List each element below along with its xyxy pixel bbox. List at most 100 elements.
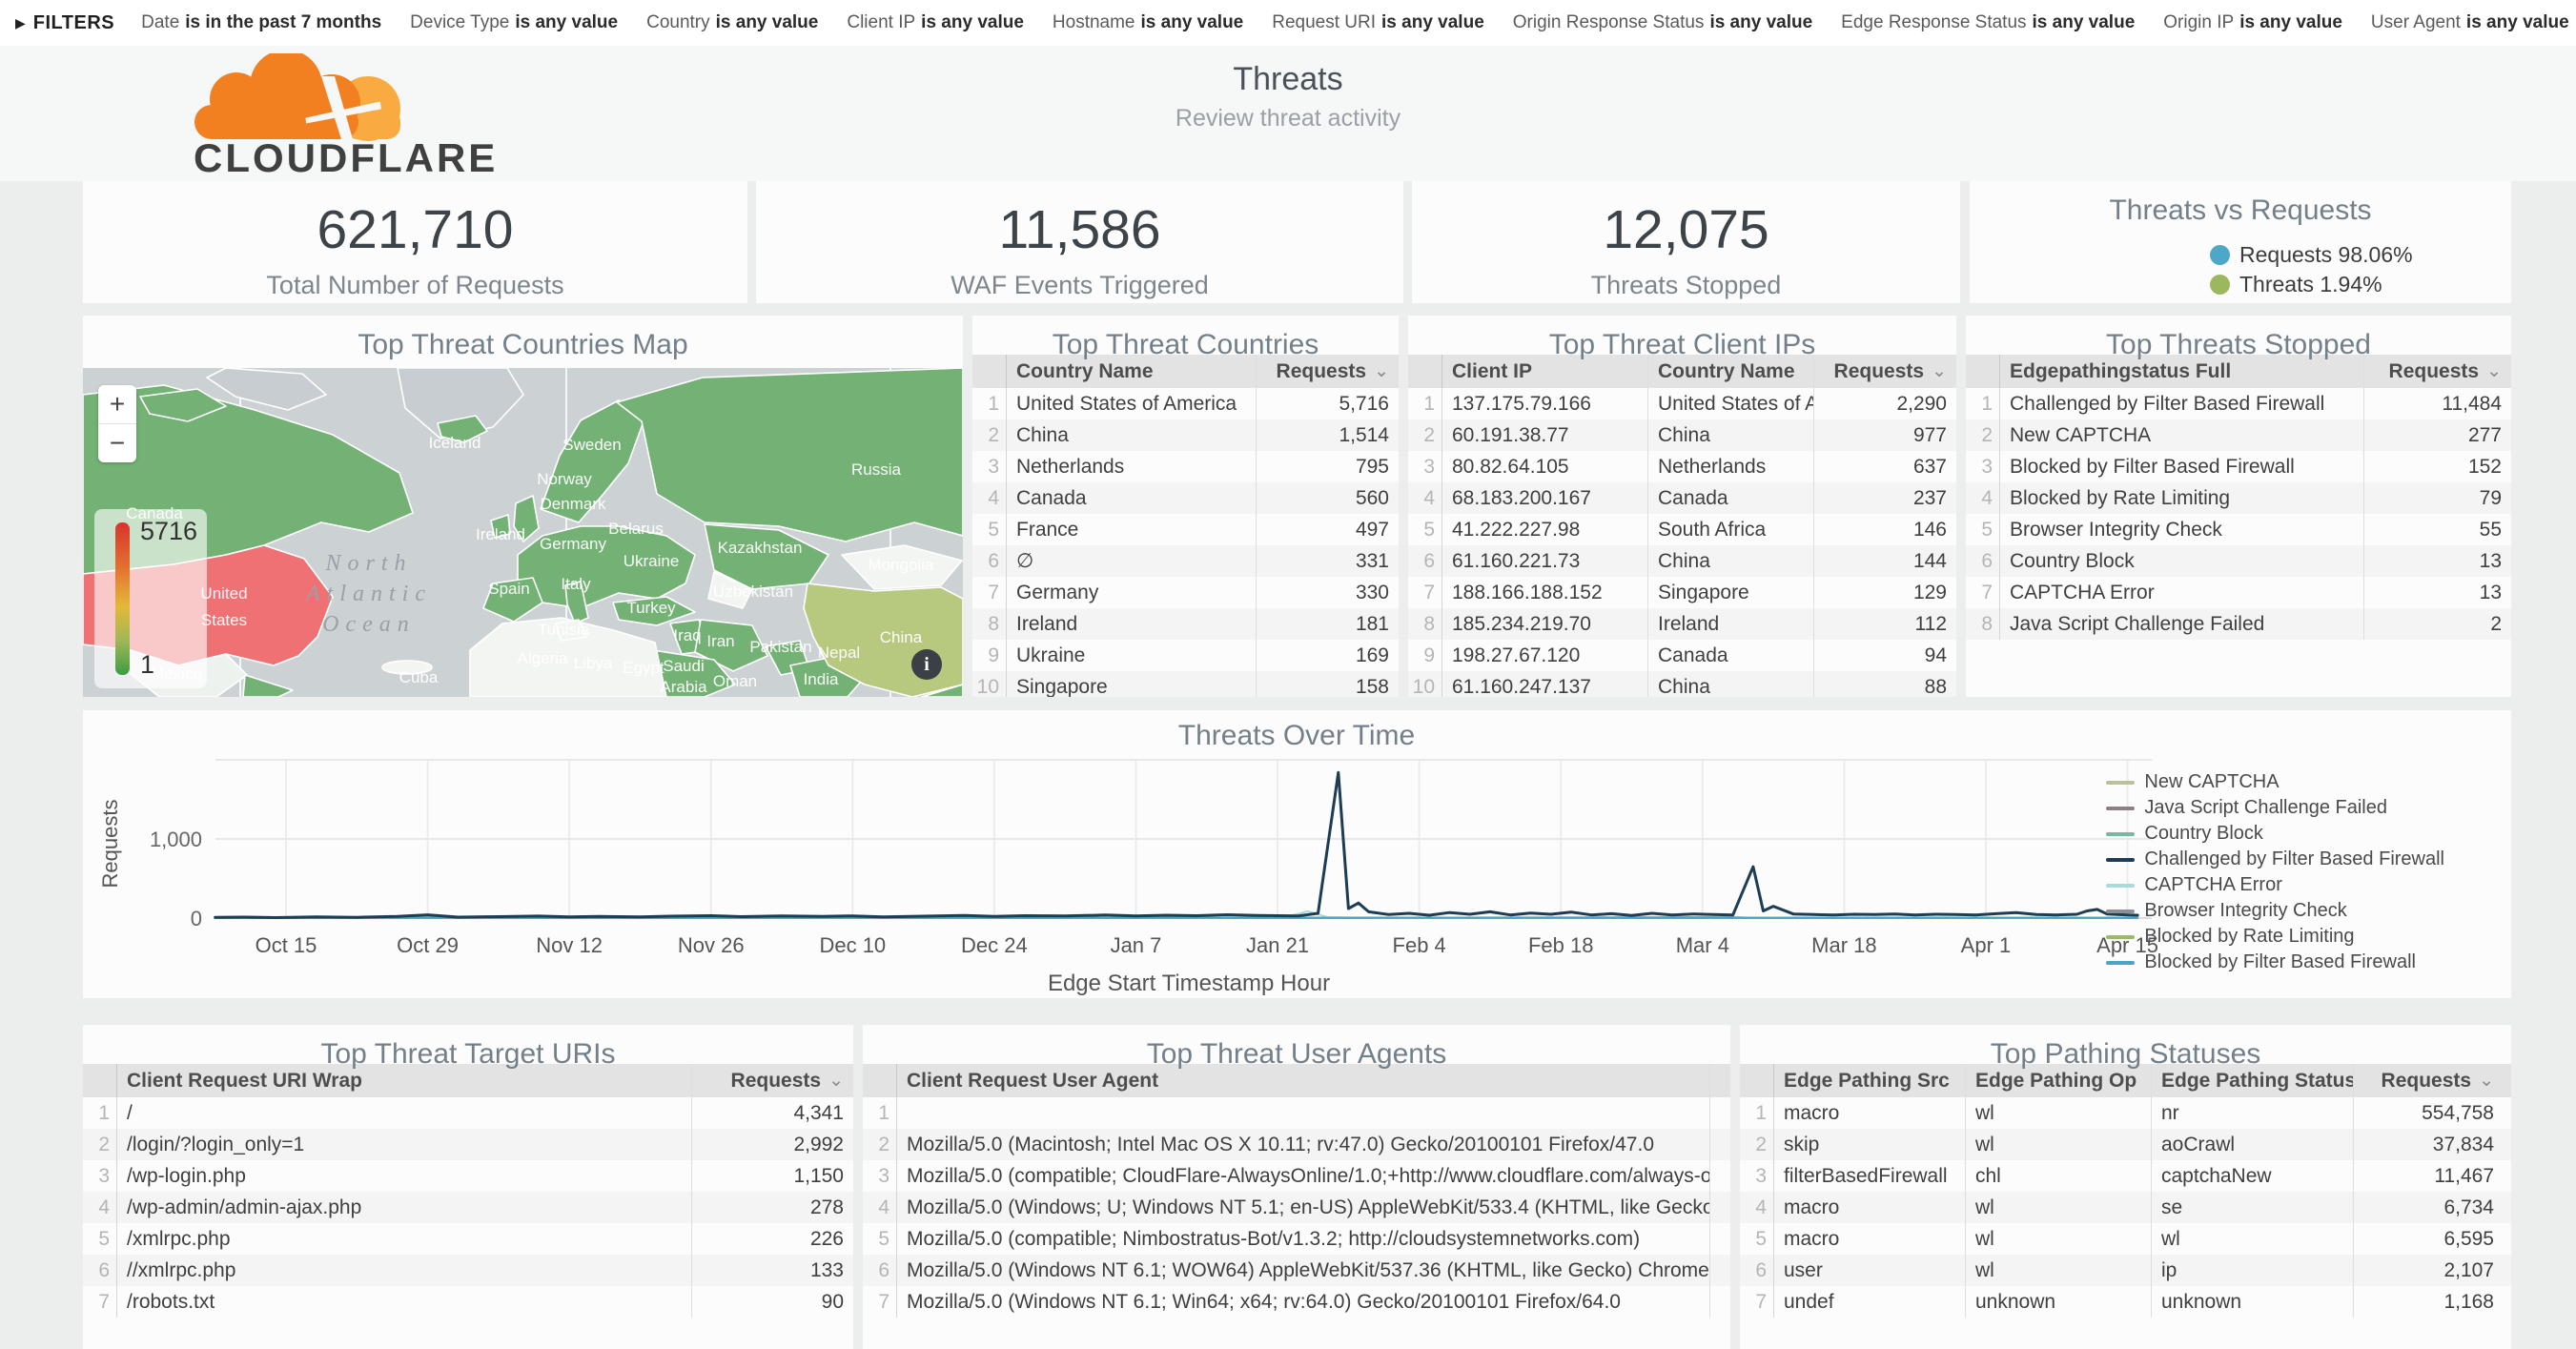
panel-title: Top Threat Countries — [972, 316, 1399, 355]
row-number: 1 — [863, 1097, 897, 1129]
column-header-requests[interactable]: Requests⌄ — [691, 1064, 853, 1097]
table-row: 1United States of America5,716 — [972, 388, 1399, 419]
table-cell: 5,716 — [1256, 388, 1399, 419]
row-number: 3 — [1740, 1160, 1774, 1192]
filter-item-country[interactable]: Countryis any value — [646, 12, 818, 33]
column-header-client-ip[interactable]: Client IP — [1442, 355, 1647, 388]
map-label-ireland: Ireland — [476, 525, 525, 543]
legend-series-label: CAPTCHA Error — [2144, 874, 2281, 896]
map-label-pakistan: Pakistan — [749, 638, 811, 656]
y-tick-label: 0 — [191, 907, 202, 930]
row-number: 4 — [863, 1192, 897, 1223]
table-cell: 13 — [2363, 545, 2511, 577]
table-cell: 13 — [2363, 577, 2511, 608]
table-cell: Netherlands — [1007, 451, 1256, 482]
column-header-country-name[interactable]: Country Name — [1007, 355, 1256, 388]
table-cell: wl — [1965, 1192, 2151, 1223]
top-threat-countries-panel: Top Threat Countries Country NameRequest… — [972, 316, 1399, 697]
map-label-kazakhstan: Kazakhstan — [718, 539, 803, 557]
clipped-requests-cell — [1709, 1255, 1730, 1286]
table-cell: undef — [1774, 1286, 1965, 1318]
chart-title: Threats Over Time — [1178, 720, 1415, 751]
x-tick-label: Jan 21 — [1246, 933, 1309, 957]
legend-line-swatch-icon — [2106, 935, 2135, 939]
table-cell: /robots.txt — [117, 1286, 691, 1318]
chart-legend-item[interactable]: Blocked by Rate Limiting — [2106, 924, 2444, 950]
table-cell: chl — [1965, 1160, 2151, 1192]
map-label-algeria: Algeria — [518, 649, 568, 667]
table-row: 4Mozilla/5.0 (Windows; U; Windows NT 5.1… — [863, 1192, 1730, 1223]
legend-line-swatch-icon — [2106, 910, 2135, 913]
map-label-arabia: Arabia — [660, 678, 707, 696]
legend-label: Threats 1.94% — [2239, 272, 2382, 297]
table-header-row: Client Request URI WrapRequests⌄ — [83, 1064, 853, 1097]
filter-item-device-type[interactable]: Device Typeis any value — [410, 12, 618, 33]
table-cell: 11,484 — [2363, 388, 2511, 419]
table-cell: captchaNew — [2151, 1160, 2353, 1192]
map-label-mongolia: Mongolia — [869, 556, 935, 574]
chart-legend-item[interactable]: Country Block — [2106, 821, 2444, 847]
map-label-states: States — [201, 611, 247, 629]
row-number: 6 — [1408, 545, 1442, 577]
top-threat-client-ips-table: Client IPCountry NameRequests⌄1137.175.7… — [1408, 355, 1956, 697]
row-number: 10 — [1408, 671, 1442, 697]
legend-series-label: Challenged by Filter Based Firewall — [2144, 848, 2444, 870]
row-number: 4 — [1740, 1192, 1774, 1223]
column-header-country-name[interactable]: Country Name — [1647, 355, 1813, 388]
column-header-edge-pathing-op[interactable]: Edge Pathing Op — [1965, 1064, 2151, 1097]
table-row: 7Germany330 — [972, 577, 1399, 608]
table-cell: Canada — [1647, 482, 1813, 514]
sort-chevron-icon: ⌄ — [2486, 360, 2502, 382]
table-row: 1137.175.79.166United States of America2… — [1408, 388, 1956, 419]
threats-vs-requests-card: Threats vs Requests Requests 98.06%Threa… — [1970, 181, 2511, 303]
column-header-client-request-uri-wrap[interactable]: Client Request URI Wrap — [117, 1064, 691, 1097]
map-zoom-in-button[interactable]: + — [98, 385, 136, 423]
column-header-requests[interactable]: Requests⌄ — [2353, 1064, 2504, 1097]
filter-item-edge-response-status[interactable]: Edge Response Statusis any value — [1841, 12, 2135, 33]
row-number: 7 — [972, 577, 1007, 608]
column-header-edge-pathing-status[interactable]: Edge Pathing Status — [2151, 1064, 2353, 1097]
table-cell: //xmlrpc.php — [117, 1255, 691, 1286]
column-header-requests[interactable]: Requests⌄ — [1256, 355, 1399, 388]
filter-item-date[interactable]: Dateis in the past 7 months — [141, 12, 381, 33]
filter-item-user-agent[interactable]: User Agentis any value — [2371, 12, 2569, 33]
map-zoom-out-button[interactable]: − — [98, 424, 136, 462]
table-row: 2skipwlaoCrawl37,834 — [1740, 1129, 2511, 1160]
chart-legend-item[interactable]: Browser Integrity Check — [2106, 898, 2444, 924]
map-label-italy: Italy — [561, 575, 591, 593]
filters-caret-icon: ▶ — [15, 15, 26, 31]
table-cell: ∅ — [1007, 545, 1256, 577]
table-cell: United States of America — [1007, 388, 1256, 419]
row-number: 6 — [972, 545, 1007, 577]
table-cell: aoCrawl — [2151, 1129, 2353, 1160]
chart-legend-item[interactable]: New CAPTCHA — [2106, 769, 2444, 795]
map-info-button[interactable]: i — [911, 649, 942, 680]
filter-item-request-uri[interactable]: Request URIis any value — [1272, 12, 1484, 33]
column-header-requests[interactable]: Requests⌄ — [1813, 355, 1956, 388]
world-map[interactable]: CanadaUnitedStatesMexicoCubaIcelandIrela… — [83, 368, 963, 697]
table-cell: Country Block — [2000, 545, 2363, 577]
map-label-tunisia: Tunisia — [538, 621, 590, 639]
filter-item-origin-ip[interactable]: Origin IPis any value — [2163, 12, 2342, 33]
column-header-edgepathingstatus-full[interactable]: Edgepathingstatus Full — [2000, 355, 2363, 388]
column-header-client-request-user-agent[interactable]: Client Request User Agent — [897, 1064, 1709, 1097]
chart-legend-item[interactable]: Java Script Challenge Failed — [2106, 795, 2444, 821]
column-header-edge-pathing-src[interactable]: Edge Pathing Src — [1774, 1064, 1965, 1097]
map-label-china: China — [880, 628, 923, 646]
table-cell: / — [117, 1097, 691, 1129]
chart-legend-item[interactable]: Blocked by Filter Based Firewall — [2106, 950, 2444, 975]
stat-value: 12,075 — [1412, 198, 1960, 261]
table-cell: 2,992 — [691, 1129, 853, 1160]
top-pathing-statuses-table: Edge Pathing SrcEdge Pathing OpEdge Path… — [1740, 1064, 2511, 1318]
x-tick-label: Oct 29 — [397, 933, 459, 957]
filters-toggle[interactable]: ▶ FILTERS — [15, 12, 114, 34]
column-header-requests[interactable]: Requests⌄ — [2363, 355, 2511, 388]
filter-item-hostname[interactable]: Hostnameis any value — [1053, 12, 1243, 33]
filter-item-origin-response-status[interactable]: Origin Response Statusis any value — [1513, 12, 1812, 33]
table-cell: China — [1647, 671, 1813, 697]
chart-legend-item[interactable]: CAPTCHA Error — [2106, 872, 2444, 898]
chart-legend-item[interactable]: Challenged by Filter Based Firewall — [2106, 847, 2444, 872]
map-label-germany: Germany — [540, 535, 606, 553]
map-label-denmark: Denmark — [541, 495, 606, 513]
filter-item-client-ip[interactable]: Client IPis any value — [847, 12, 1024, 33]
